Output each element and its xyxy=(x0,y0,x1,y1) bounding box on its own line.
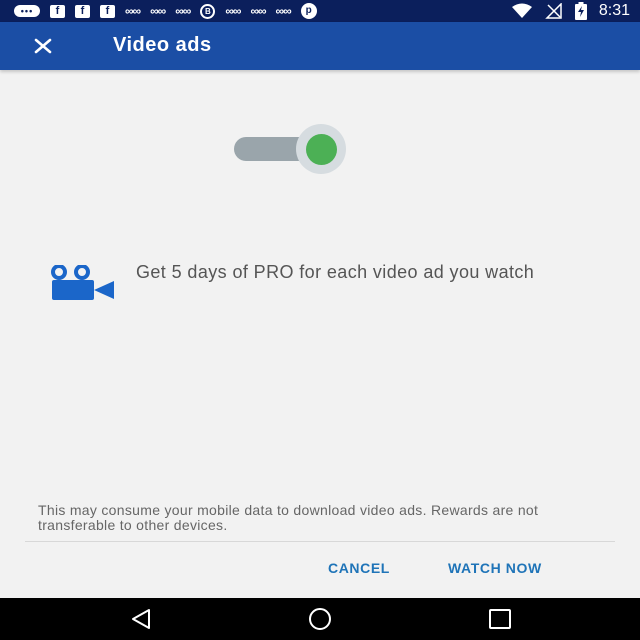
facebook-icon: f xyxy=(75,4,90,18)
battery-charging-icon xyxy=(574,2,587,20)
navigation-bar xyxy=(0,598,640,640)
infinity-loop-icon: ∞∞ xyxy=(225,4,241,18)
home-button[interactable] xyxy=(306,606,334,632)
b-circle-icon: B xyxy=(200,3,216,19)
recents-button[interactable] xyxy=(486,606,514,632)
divider xyxy=(25,541,615,542)
feature-description: Get 5 days of PRO for each video ad you … xyxy=(136,262,535,282)
cancel-button[interactable]: CANCEL xyxy=(328,560,390,582)
status-bar: ••• f f f ∞∞ ∞∞ ∞∞ B ∞∞ ∞∞ ∞∞ p 8:31 xyxy=(0,0,640,22)
wifi-icon xyxy=(511,3,532,18)
toggle-knob xyxy=(306,134,337,165)
close-icon xyxy=(34,38,52,54)
infinity-loop-icon: ∞∞ xyxy=(250,4,266,18)
video-camera-icon xyxy=(51,265,114,300)
facebook-icon: f xyxy=(50,4,65,18)
back-icon xyxy=(132,609,150,629)
facebook-icon: f xyxy=(100,4,115,18)
infinity-loop-icon: ∞∞ xyxy=(275,4,292,18)
system-icons: 8:31 xyxy=(511,0,640,22)
infinity-loop-icon: ∞∞ xyxy=(125,4,141,18)
infinity-loop-icon: ∞∞ xyxy=(175,4,191,18)
home-icon xyxy=(309,608,331,630)
video-ads-screen: ••• f f f ∞∞ ∞∞ ∞∞ B ∞∞ ∞∞ ∞∞ p 8:31 Vid… xyxy=(0,0,640,640)
chat-bubble-icon: ••• xyxy=(14,5,40,17)
video-ads-toggle[interactable] xyxy=(234,122,358,174)
page-title: Video ads xyxy=(113,34,212,56)
watch-now-button[interactable]: WATCH NOW xyxy=(448,560,542,582)
close-button[interactable] xyxy=(30,34,56,58)
notification-icons: ••• f f f ∞∞ ∞∞ ∞∞ B ∞∞ ∞∞ ∞∞ p xyxy=(0,0,317,22)
infinity-loop-icon: ∞∞ xyxy=(150,4,166,18)
data-usage-disclaimer: This may consume your mobile data to dow… xyxy=(38,502,539,533)
recents-icon xyxy=(489,609,511,629)
back-button[interactable] xyxy=(127,606,155,632)
pinterest-icon: p xyxy=(300,3,317,19)
app-bar: Video ads xyxy=(0,22,640,70)
clock: 8:31 xyxy=(598,2,630,19)
signal-icon xyxy=(545,3,562,19)
